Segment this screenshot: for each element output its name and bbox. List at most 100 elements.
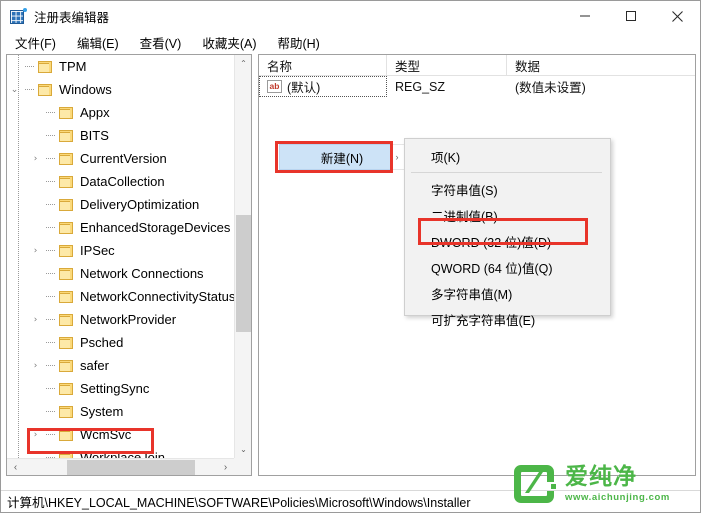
tree-item-bits[interactable]: BITS (7, 124, 234, 147)
tree-item-label: Windows (59, 82, 112, 97)
context-menu-item-new[interactable]: 新建(N) (279, 144, 405, 170)
minimize-button[interactable] (562, 1, 608, 31)
menu-view[interactable]: 查看(V) (133, 31, 189, 54)
folder-icon (58, 313, 74, 327)
table-row[interactable]: ab (默认) REG_SZ (数值未设置) (259, 76, 695, 97)
tree-item-label: DataCollection (80, 174, 165, 189)
tree-item-windows[interactable]: ⌄ Windows (7, 78, 234, 101)
tree-horizontal-scrollbar[interactable]: ‹ › (7, 458, 234, 475)
chevron-right-icon[interactable]: › (28, 354, 43, 377)
tree-connector (43, 400, 58, 423)
tree-hscroll-thumb[interactable] (67, 460, 195, 475)
menu-favorites[interactable]: 收藏夹(A) (195, 31, 263, 54)
tree-item-enhancedstoragedevices[interactable]: EnhancedStorageDevices (7, 216, 234, 239)
tree-vscroll-thumb[interactable] (236, 215, 251, 332)
chevron-right-icon[interactable]: › (28, 239, 43, 262)
tree-item-psched[interactable]: Psched (7, 331, 234, 354)
tree-item-workplacejoin[interactable]: WorkplaceJoin (7, 446, 234, 458)
registry-tree-pane: TPM ⌄ Windows Appx BITS › CurrentVersion DataCo… (6, 54, 252, 476)
chevron-right-icon[interactable]: › (28, 308, 43, 331)
menu-bar: 文件(F) 编辑(E) 查看(V) 收藏夹(A) 帮助(H) (1, 31, 700, 53)
submenu-item-string-value[interactable]: 字符串值(S) (405, 176, 610, 202)
tree-item-label: WcmSvc (80, 427, 132, 442)
folder-icon (58, 290, 74, 304)
tree-item-safer[interactable]: › safer (7, 354, 234, 377)
scroll-left-icon[interactable]: ‹ (7, 459, 24, 476)
scroll-right-icon[interactable]: › (217, 459, 234, 475)
submenu-item-qword-64[interactable]: QWORD (64 位)值(Q) (405, 254, 610, 280)
folder-icon (58, 451, 74, 458)
tree-connector (43, 101, 58, 124)
window-title: 注册表编辑器 (34, 10, 110, 25)
submenu-item-expandable-string[interactable]: 可扩充字符串值(E) (405, 306, 610, 332)
tree-item-deliveryoptimization[interactable]: DeliveryOptimization (7, 193, 234, 216)
tree-item-appx[interactable]: Appx (7, 101, 234, 124)
value-type-cell: REG_SZ (395, 79, 446, 94)
tree-expander-placeholder (28, 377, 43, 400)
tree-vertical-scrollbar[interactable]: ⌃ ⌄ (234, 55, 251, 458)
tree-item-label: BITS (80, 128, 109, 143)
tree-item-datacollection[interactable]: DataCollection (7, 170, 234, 193)
tree-item-label: WorkplaceJoin (80, 450, 166, 458)
submenu-item-key[interactable]: 项(K) (405, 143, 610, 169)
menu-help[interactable]: 帮助(H) (270, 31, 326, 54)
scroll-up-icon[interactable]: ⌃ (235, 55, 251, 72)
tree-connector (43, 147, 58, 170)
tree-connector (43, 285, 58, 308)
tree-connector (22, 55, 37, 78)
submenu-item-multi-string[interactable]: 多字符串值(M) (405, 280, 610, 306)
chevron-right-icon[interactable]: › (28, 147, 43, 170)
tree-item-system[interactable]: System (7, 400, 234, 423)
tree-item-label: NetworkProvider (80, 312, 177, 327)
folder-icon (58, 244, 74, 258)
folder-icon (58, 382, 74, 396)
registry-tree[interactable]: TPM ⌄ Windows Appx BITS › CurrentVersion DataCo… (7, 55, 234, 458)
tree-expander-placeholder (28, 262, 43, 285)
tree-item-network-connections[interactable]: Network Connections (7, 262, 234, 285)
column-header-name[interactable]: 名称 (259, 55, 387, 76)
folder-icon (58, 267, 74, 281)
submenu-item-dword-32[interactable]: DWORD (32 位)值(D) (405, 228, 610, 254)
tree-connector (43, 239, 58, 262)
tree-expander-placeholder (28, 331, 43, 354)
menu-file[interactable]: 文件(F) (8, 31, 63, 54)
registry-path: 计算机\HKEY_LOCAL_MACHINE\SOFTWARE\Policies… (7, 496, 471, 510)
value-name-cell[interactable]: ab (默认) (259, 76, 387, 97)
tree-item-tpm[interactable]: TPM (7, 55, 234, 78)
folder-icon (58, 359, 74, 373)
tree-item-label: safer (80, 358, 109, 373)
menu-edit[interactable]: 编辑(E) (70, 31, 126, 54)
close-button[interactable] (654, 1, 700, 31)
tree-item-settingsync[interactable]: SettingSync (7, 377, 234, 400)
tree-item-networkprovider[interactable]: › NetworkProvider (7, 308, 234, 331)
tree-item-currentversion[interactable]: › CurrentVersion (7, 147, 234, 170)
folder-icon (58, 405, 74, 419)
values-list[interactable]: ab (默认) REG_SZ (数值未设置) (259, 76, 695, 97)
string-value-icon: ab (267, 80, 282, 93)
tree-item-wcmsvc[interactable]: › WcmSvc (7, 423, 234, 446)
scrollbar-corner (234, 458, 251, 475)
column-header-data[interactable]: 数据 (507, 55, 693, 76)
folder-icon (58, 106, 74, 120)
column-header-type[interactable]: 类型 (387, 55, 507, 76)
chevron-down-icon[interactable]: ⌄ (7, 78, 22, 101)
submenu-item-binary-value[interactable]: 二进制值(B) (405, 202, 610, 228)
registry-editor-window: 注册表编辑器 文件(F) 编辑(E) 查看(V) 收藏夹(A) 帮助(H) TP… (0, 0, 701, 513)
folder-icon (58, 221, 74, 235)
maximize-button[interactable] (608, 1, 654, 31)
scroll-down-icon[interactable]: ⌄ (235, 441, 251, 458)
tree-item-ipsec[interactable]: › IPSec (7, 239, 234, 262)
chevron-right-icon[interactable]: › (28, 423, 43, 446)
tree-item-networkconnectivitystatusinc[interactable]: NetworkConnectivityStatusInc (7, 285, 234, 308)
folder-icon (37, 60, 53, 74)
